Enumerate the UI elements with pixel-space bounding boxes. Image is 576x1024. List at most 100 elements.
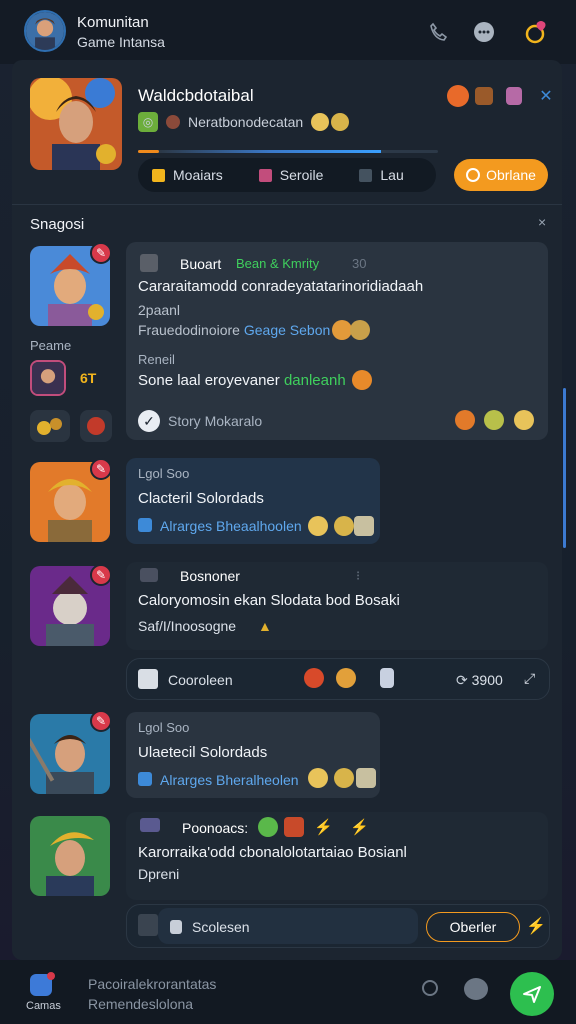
- author-avatar-icon: [140, 254, 158, 272]
- coin-icon: [466, 168, 481, 182]
- close-icon[interactable]: ✕: [532, 82, 560, 110]
- fire-emoji-icon: [352, 370, 372, 390]
- cookie-emoji-icon: [350, 320, 370, 340]
- expand-icon[interactable]: ⤢: [524, 670, 535, 687]
- notification-dot: [47, 972, 55, 980]
- mention-badge: ✎: [90, 564, 112, 586]
- emoji-picker-icon[interactable]: [422, 980, 438, 996]
- group-avatar[interactable]: [24, 10, 66, 52]
- heart-ring-icon[interactable]: [522, 18, 550, 46]
- message-link[interactable]: Alrarges Bheralheolen: [160, 772, 299, 788]
- link-prefix: Frauedodinoiore: [138, 322, 240, 338]
- top-bar: Komunitan Game Intansa: [0, 0, 576, 64]
- message-time: 30: [352, 256, 367, 271]
- message-subtext: Reneil: [138, 352, 175, 367]
- check-icon[interactable]: ✓: [138, 410, 160, 432]
- pink-square-icon: [258, 168, 272, 182]
- profile-name: Waldcbdotaibal: [138, 86, 254, 105]
- message-author: Poonoacs:: [182, 820, 249, 836]
- app-label: Camas: [26, 1000, 61, 1012]
- reaction-emoji-icon[interactable]: [484, 410, 504, 430]
- reaction-emoji-icon[interactable]: [308, 516, 328, 536]
- reaction-emoji-icon[interactable]: [334, 516, 354, 536]
- reaction-emoji-icon[interactable]: [356, 768, 376, 788]
- fire-emoji-icon[interactable]: [444, 82, 472, 110]
- chat-title: Komunitan: [77, 14, 149, 31]
- section-close-icon[interactable]: ×: [538, 214, 546, 230]
- gray-square-icon: [359, 168, 373, 182]
- follow-label: Obrlane: [486, 167, 536, 183]
- reaction-emoji-icon[interactable]: [336, 668, 356, 688]
- tab-lau[interactable]: Lau: [323, 158, 404, 192]
- tab-seroile[interactable]: Seroile: [223, 158, 323, 192]
- cookie-emoji-icon: [332, 320, 352, 340]
- mention-badge: ✎: [90, 458, 112, 480]
- bottom-line-2: Remendeslolona: [88, 996, 194, 1012]
- reaction-count-value: 3900: [471, 672, 503, 688]
- send-icon: [523, 986, 541, 1003]
- image-icon[interactable]: [138, 669, 158, 689]
- file-icon: [138, 518, 152, 532]
- reaction-emoji-icon: [258, 817, 278, 837]
- message-text: Karorraika'odd cbonalolotartaiao Bosianl: [138, 844, 407, 861]
- status-dot-icon: [166, 115, 180, 129]
- message-link[interactable]: Geage Sebon: [244, 322, 330, 338]
- divider: [12, 204, 562, 205]
- chat-bubble-icon[interactable]: [464, 978, 488, 1000]
- profile-portrait[interactable]: [30, 78, 122, 170]
- monkey-emoji-icon[interactable]: [470, 82, 498, 110]
- doc-icon: [170, 920, 182, 934]
- bolt-icon[interactable]: ⚡: [526, 916, 546, 936]
- message-link[interactable]: Alrarges Bheaalhoolen: [160, 518, 302, 534]
- laugh-emoji-icon: [331, 113, 350, 131]
- composer-input[interactable]: Scolesen: [192, 919, 250, 935]
- file-icon: [138, 772, 152, 786]
- send-button[interactable]: [510, 972, 554, 1016]
- chat-icon[interactable]: [470, 18, 498, 46]
- mini-avatar[interactable]: [30, 360, 66, 396]
- bottle-icon[interactable]: [380, 668, 394, 688]
- reaction-emoji-icon: [284, 817, 304, 837]
- author-tag: Bean & Kmrity: [236, 256, 320, 271]
- reaction-emoji-icon[interactable]: [334, 768, 354, 788]
- reply-label[interactable]: Story Mokaralo: [168, 413, 262, 429]
- message-subtext: 2paanl: [138, 302, 181, 318]
- bolt-icon: ⚡: [314, 819, 333, 836]
- smile-emoji-icon: [311, 113, 330, 131]
- attach-icon[interactable]: [138, 914, 158, 936]
- text-highlight: danleanh: [283, 372, 346, 389]
- potion-icon[interactable]: [500, 82, 528, 110]
- phone-icon[interactable]: [424, 18, 452, 46]
- sticker-icon[interactable]: [30, 410, 70, 442]
- message-link-line: Frauedodinoiore Geage Sebon: [138, 322, 330, 338]
- reaction-emoji-icon[interactable]: [514, 410, 534, 430]
- follow-button[interactable]: Obrlane: [454, 159, 548, 191]
- sword-icon[interactable]: [80, 410, 112, 442]
- tab-label: Moaiars: [173, 167, 223, 183]
- scrollbar-thumb[interactable]: [563, 388, 566, 548]
- author-avatar-icon: [140, 568, 158, 582]
- reaction-emoji-icon[interactable]: [304, 668, 324, 688]
- chat-subtitle: Game Intansa: [77, 34, 165, 50]
- reaction-emoji-icon[interactable]: [455, 410, 475, 430]
- reaction-emoji-icon[interactable]: [308, 768, 328, 788]
- more-icon[interactable]: ⁝: [356, 568, 360, 584]
- bolt-icon: ⚡: [350, 819, 369, 836]
- section-title: Snagosi: [30, 216, 85, 233]
- message-text-2: Sone laal eroyevaner danleanh: [138, 372, 346, 389]
- send-reaction-button[interactable]: Oberler: [426, 912, 520, 942]
- message-subtext: Saf/I/Inoosogne: [138, 618, 237, 634]
- badge-icon: ◎: [138, 112, 158, 132]
- bottom-bar: [0, 960, 576, 1024]
- progress-fill: [138, 150, 159, 153]
- message-meta: Lgol Soo: [138, 720, 190, 735]
- message-meta: Lgol Soo: [138, 466, 190, 481]
- side-badge-text: 6T: [80, 370, 97, 386]
- message-avatar[interactable]: [30, 816, 110, 896]
- message-subtext: Dpreni: [138, 866, 180, 882]
- profile-tabs: Moaiars Seroile Lau: [138, 158, 436, 192]
- bottom-line-1: Pacoiralekrorantatas: [88, 976, 217, 992]
- reaction-emoji-icon[interactable]: [354, 516, 374, 536]
- tab-moaiars[interactable]: Moaiars: [138, 158, 223, 192]
- mention-badge: ✎: [90, 710, 112, 732]
